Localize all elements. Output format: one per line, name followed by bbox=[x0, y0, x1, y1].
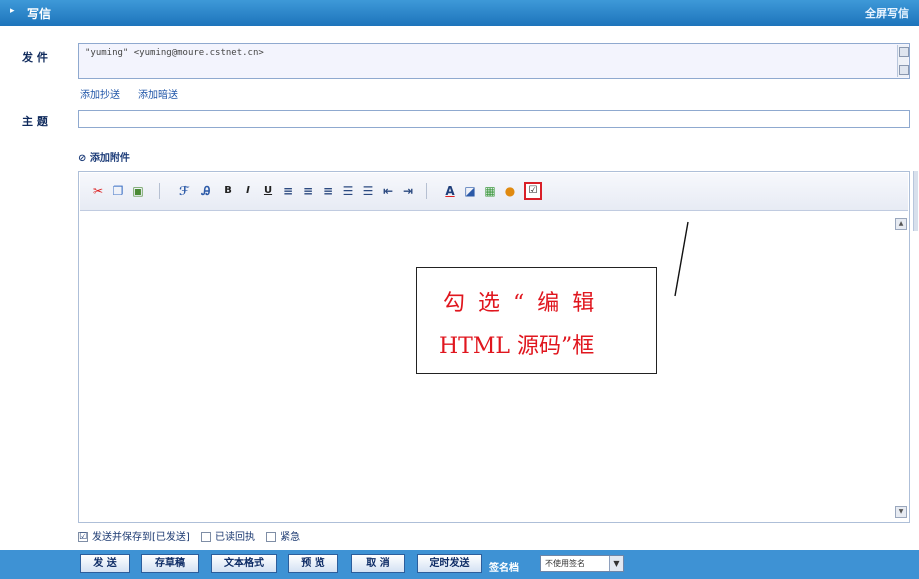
chevron-down-icon[interactable]: ▼ bbox=[609, 556, 623, 571]
copy-icon[interactable]: ❐ bbox=[110, 183, 126, 199]
send-button[interactable]: 发 送 bbox=[80, 554, 130, 573]
add-bcc-link[interactable]: 添加暗送 bbox=[138, 86, 178, 101]
page-title: 写信 bbox=[27, 7, 52, 21]
fullscreen-compose-link[interactable]: 全屏写信 bbox=[865, 5, 909, 21]
urgent-label: 紧急 bbox=[280, 532, 301, 543]
bold-icon[interactable]: B bbox=[220, 183, 236, 199]
underline-icon[interactable]: U bbox=[260, 183, 276, 199]
title-bar: ▸ 写信 全屏写信 bbox=[0, 0, 919, 26]
text-format-button[interactable]: 文本格式 bbox=[211, 554, 277, 573]
scroll-down-icon[interactable]: ▼ bbox=[895, 506, 907, 518]
subject-input[interactable] bbox=[78, 110, 910, 128]
cancel-button[interactable]: 取 消 bbox=[351, 554, 405, 573]
read-receipt-option[interactable]: 已读回执 bbox=[201, 528, 255, 543]
editor-scrollbar[interactable]: ▲ ▼ bbox=[895, 218, 907, 518]
align-left-icon[interactable]: ≡ bbox=[280, 183, 296, 199]
ordered-list-icon[interactable]: ☰ bbox=[340, 183, 356, 199]
unordered-list-icon[interactable]: ☰ bbox=[360, 183, 376, 199]
font-color-icon[interactable]: A bbox=[442, 183, 458, 199]
action-bar: 发 送 存草稿 文本格式 预 览 取 消 定时发送 签名档 不使用签名 ▼ bbox=[0, 550, 919, 579]
align-center-icon[interactable]: ≡ bbox=[300, 183, 316, 199]
signature-label: 签名档 bbox=[489, 563, 519, 574]
align-right-icon[interactable]: ≡ bbox=[320, 183, 336, 199]
page-scrollbar-thumb[interactable] bbox=[913, 171, 918, 231]
from-field-scrollbar[interactable] bbox=[897, 45, 909, 77]
timed-send-button[interactable]: 定时发送 bbox=[417, 554, 482, 573]
signature-select[interactable]: 不使用签名 ▼ bbox=[540, 555, 624, 572]
save-draft-button[interactable]: 存草稿 bbox=[141, 554, 199, 573]
paperclip-icon: ⊘ bbox=[78, 153, 90, 164]
editor-toolbar: ✂ ❐ ▣ ℱ Ꭿ B I U ≡ ≡ ≡ ☰ ☰ ⇤ ⇥ A ◪ ▦ ● ☑ bbox=[80, 173, 908, 211]
callout-line-2: HTML 源码”框 bbox=[439, 334, 595, 359]
preview-button[interactable]: 预 览 bbox=[288, 554, 338, 573]
instruction-callout: 勾选“编辑 HTML 源码”框 bbox=[416, 267, 657, 374]
collapse-arrow-icon[interactable]: ▸ bbox=[10, 6, 15, 16]
save-sent-checkbox[interactable]: ☑ bbox=[78, 532, 88, 542]
save-sent-option[interactable]: ☑ 发送并保存到[已发送] bbox=[78, 528, 190, 543]
from-field[interactable]: "yuming" <yuming@moure.cstnet.cn> bbox=[78, 43, 910, 79]
signature-selected-value: 不使用签名 bbox=[545, 559, 585, 568]
save-sent-label: 发送并保存到[已发送] bbox=[92, 532, 190, 543]
send-options: ☑ 发送并保存到[已发送] 已读回执 紧急 bbox=[78, 528, 308, 543]
scroll-up-icon[interactable]: ▲ bbox=[895, 218, 907, 230]
callout-line-1: 勾选“编辑 bbox=[443, 291, 608, 316]
urgent-checkbox[interactable] bbox=[266, 532, 277, 542]
font-family-icon[interactable]: ℱ bbox=[176, 183, 192, 199]
subject-label: 主 题 bbox=[22, 115, 48, 128]
toolbar-separator bbox=[426, 183, 427, 199]
paste-icon[interactable]: ▣ bbox=[130, 183, 146, 199]
add-attachment-label: 添加附件 bbox=[89, 153, 130, 164]
read-receipt-checkbox[interactable] bbox=[201, 532, 211, 542]
urgent-option[interactable]: 紧急 bbox=[266, 528, 300, 543]
add-attachment-link[interactable]: ⊘ 添加附件 bbox=[78, 149, 130, 164]
italic-icon[interactable]: I bbox=[240, 183, 256, 199]
toolbar-separator bbox=[159, 183, 160, 199]
read-receipt-label: 已读回执 bbox=[215, 532, 255, 543]
background-color-icon[interactable]: ◪ bbox=[462, 183, 478, 199]
cut-icon[interactable]: ✂ bbox=[90, 183, 106, 199]
emoticon-icon[interactable]: ● bbox=[502, 183, 518, 199]
font-size-icon[interactable]: Ꭿ bbox=[198, 183, 214, 199]
compose-window: ▸ 写信 全屏写信 发 件 "yuming" <yuming@moure.cst… bbox=[0, 0, 919, 579]
add-cc-link[interactable]: 添加抄送 bbox=[80, 86, 120, 101]
insert-image-icon[interactable]: ▦ bbox=[482, 183, 498, 199]
from-value: "yuming" <yuming@moure.cstnet.cn> bbox=[85, 48, 264, 58]
edit-html-source-checkbox[interactable]: ☑ bbox=[524, 182, 542, 200]
outdent-icon[interactable]: ⇤ bbox=[380, 183, 396, 199]
indent-icon[interactable]: ⇥ bbox=[400, 183, 416, 199]
from-label: 发 件 bbox=[22, 51, 48, 64]
